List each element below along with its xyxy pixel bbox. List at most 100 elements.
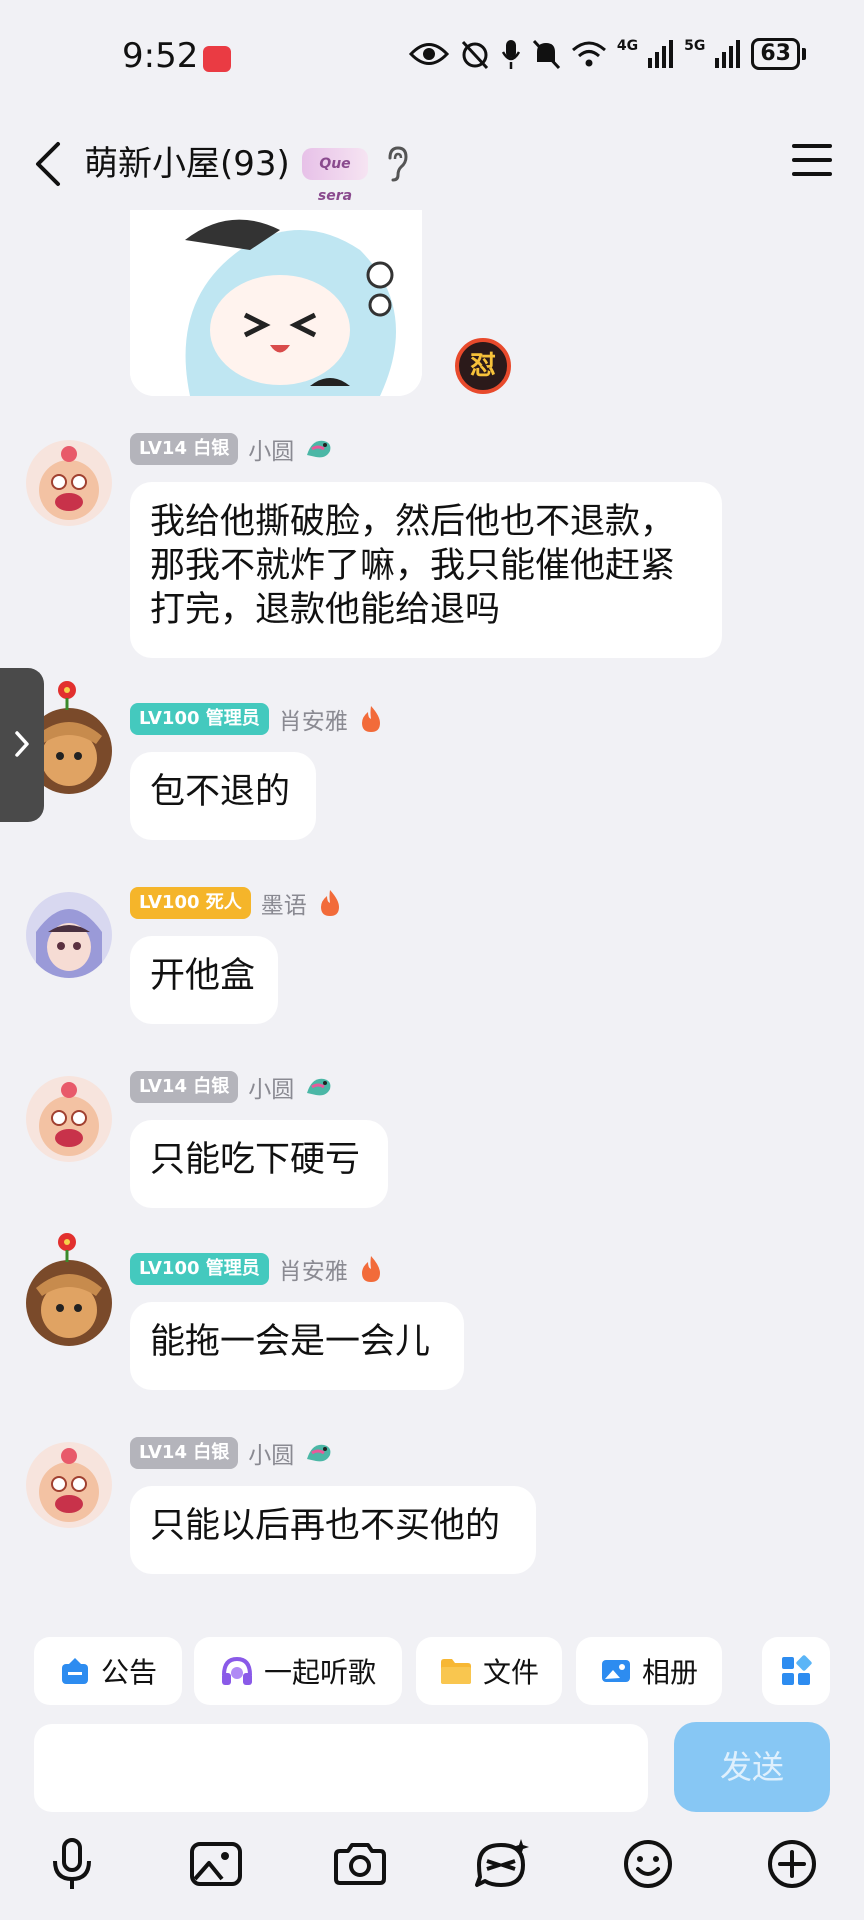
album-icon [601,1660,630,1682]
message-text-line: 能拖一会是一会儿 [150,1322,431,1362]
sender-name[interactable]: 小圆 [248,1070,294,1104]
album-label: 相册 [641,1656,698,1689]
signal-icon [715,40,741,68]
sender-name[interactable]: 小圆 [248,432,294,466]
sender-name[interactable]: 小圆 [248,1436,294,1470]
level-badge: LV100 管理员 [130,1253,269,1285]
message-bubble[interactable]: 只能吃下硬亏 [130,1120,388,1208]
sticker-icon [475,1839,529,1887]
sender-name[interactable]: 肖安雅 [279,1252,348,1286]
mic-status-icon [501,40,520,69]
message-meta: LV100 死人 墨语 [130,886,343,920]
gallery-button[interactable] [180,1828,252,1900]
app-notification-icon [203,46,231,72]
alarm-off-icon [461,40,489,70]
composer-toolbar [0,1828,864,1908]
apps-button[interactable] [762,1637,830,1705]
status-time: 9:52 [122,36,199,76]
dragon-icon [307,440,331,458]
avatar[interactable] [26,1076,112,1162]
flame-icon [361,1256,380,1282]
more-button[interactable] [756,1828,828,1900]
quick-action-bar: 公告 一起听歌 文件 相册 [0,1622,864,1714]
level-badge: LV100 死人 [130,887,251,919]
flame-icon [361,706,380,732]
avatar[interactable] [26,892,112,978]
chevron-right-icon [15,731,29,757]
listen-together-icon [221,1656,252,1685]
signal-icon [648,40,674,68]
image-icon [190,1842,242,1886]
apps-grid-icon [782,1655,812,1685]
message-bubble[interactable]: 开他盒 [130,936,278,1024]
sender-name[interactable]: 肖安雅 [279,702,348,736]
avatar[interactable] [26,1260,112,1346]
group-title[interactable]: 萌新小屋(93) [84,136,290,185]
flower-decoration-icon [58,681,76,710]
message-bubble[interactable]: 只能以后再也不买他的 [130,1486,536,1574]
chat-header: 萌新小屋(93) Que sera [0,118,864,218]
message-meta: LV14 白银 小圆 [130,1436,334,1470]
message-meta: LV14 白银 小圆 [130,432,334,466]
message-meta: LV100 管理员 肖安雅 [130,702,384,736]
back-icon[interactable] [28,138,68,190]
avatar[interactable] [26,440,112,526]
listen-together-button[interactable]: 一起听歌 [194,1637,402,1705]
notice-label: 公告 [100,1656,157,1689]
sender-name[interactable]: 墨语 [261,886,307,920]
ear-icon[interactable] [382,144,410,184]
bell-mute-icon [532,39,561,70]
message-text-line: 只能吃下硬亏 [150,1140,361,1180]
level-badge: LV14 白银 [130,1437,239,1469]
group-tag-badge: Que sera [302,148,368,204]
message-text-line: 那我不就炸了嘛，我只能催他赶紧 [150,546,676,586]
message-bubble[interactable]: 我给他撕破脸，然后他也不退款， 那我不就炸了嘛，我只能催他赶紧 打完，退款他能给… [130,482,722,658]
message-meta: LV100 管理员 肖安雅 [130,1252,384,1286]
sticker-button[interactable] [466,1828,538,1900]
folder-icon [440,1659,471,1684]
files-button[interactable]: 文件 [416,1637,562,1705]
camera-button[interactable] [324,1828,396,1900]
notice-icon [61,1658,88,1684]
plus-icon [768,1840,816,1888]
side-drawer-toggle[interactable] [0,668,44,822]
send-button[interactable]: 发送 [674,1722,830,1812]
composer: 发送 [0,1720,864,1816]
reaction-badge[interactable]: 怼 [455,338,511,394]
listen-together-label: 一起听歌 [263,1656,376,1689]
avatar[interactable] [26,1442,112,1528]
wifi-icon [571,41,606,67]
voice-button[interactable] [36,1828,108,1900]
network-4g-label: 4G [616,38,639,54]
album-button[interactable]: 相册 [576,1637,722,1705]
message-bubble[interactable]: 包不退的 [130,752,316,840]
message-bubble[interactable]: 能拖一会是一会儿 [130,1302,464,1390]
level-badge: LV100 管理员 [130,703,269,735]
level-badge: LV14 白银 [130,1071,239,1103]
emoji-icon [624,1840,672,1888]
network-5g-label: 5G [684,38,706,54]
sticker-image[interactable] [130,210,422,396]
dragon-icon [307,1078,331,1096]
microphone-icon [53,1838,91,1889]
message-text-line: 打完，退款他能给退吗 [150,590,501,630]
message-meta: LV14 白银 小圆 [130,1070,334,1104]
message-text-line: 包不退的 [150,772,291,812]
message-text-line: 只能以后再也不买他的 [150,1506,501,1546]
emoji-button[interactable] [612,1828,684,1900]
chat-message-list[interactable]: 怼 LV14 白银 小圆 我给他撕破脸，然后他也不退款， 那我不就炸了嘛，我只能… [0,210,864,1620]
status-icons: 4G 5G 63 [408,38,806,70]
level-badge: LV14 白银 [130,433,239,465]
notice-button[interactable]: 公告 [34,1637,182,1705]
camera-icon [334,1843,386,1885]
status-bar: 9:52 4G 5G 63 [0,0,864,118]
message-input[interactable] [34,1724,648,1812]
message-text-line: 开他盒 [150,956,256,996]
battery-level: 63 [751,38,800,70]
menu-icon[interactable] [790,138,834,182]
dragon-icon [307,1444,331,1462]
message-text-line: 我给他撕破脸，然后他也不退款， [150,502,676,542]
eye-icon [408,43,449,65]
battery-indicator: 63 [751,38,806,70]
flower-decoration-icon [58,1233,76,1262]
